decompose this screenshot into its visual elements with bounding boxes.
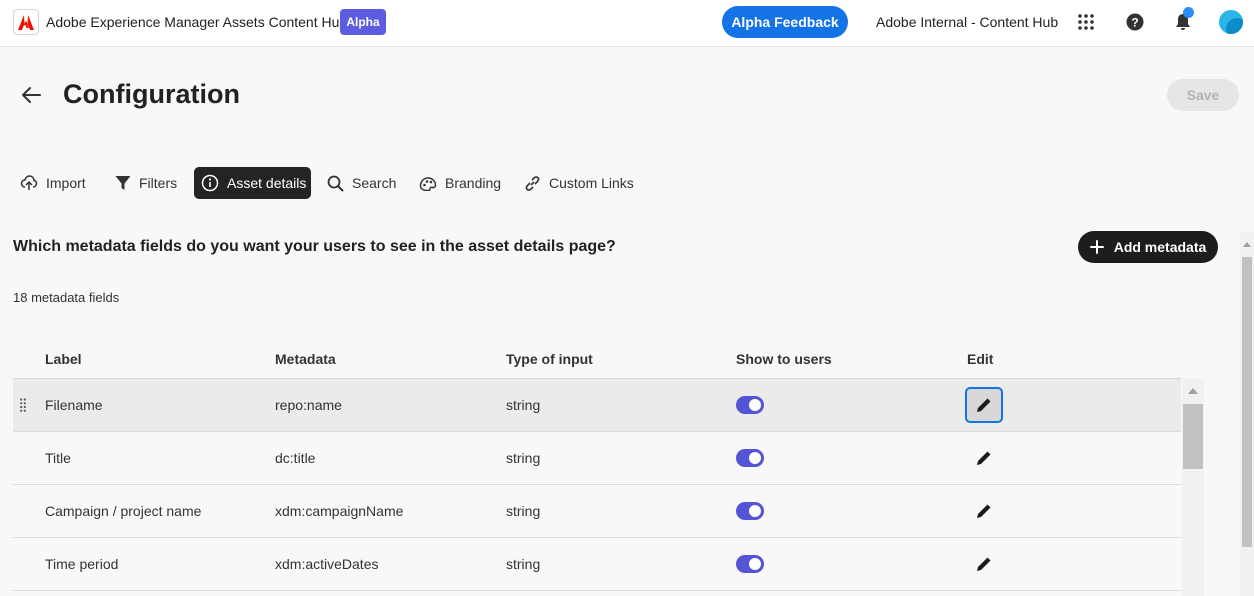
cell-metadata: repo:name <box>275 397 342 413</box>
table-row[interactable]: Campaign / project name xdm:campaignName… <box>13 485 1181 538</box>
scrollbar-thumb[interactable] <box>1183 404 1203 469</box>
column-header-edit: Edit <box>967 351 994 367</box>
tab-import[interactable]: Import <box>13 167 93 199</box>
org-switcher[interactable]: Adobe Internal - Content Hub <box>876 14 1058 30</box>
cell-type: string <box>506 397 541 413</box>
scroll-up-arrow-icon[interactable] <box>1188 388 1198 394</box>
show-to-users-toggle[interactable] <box>736 555 764 573</box>
edit-button[interactable] <box>965 440 1003 476</box>
alpha-feedback-button[interactable]: Alpha Feedback <box>722 6 848 38</box>
tab-label: Search <box>352 175 397 191</box>
info-icon <box>201 174 219 192</box>
page-title: Configuration <box>63 79 240 109</box>
table-row[interactable]: Filename repo:name string <box>13 379 1181 432</box>
cell-metadata: xdm:activeDates <box>275 556 379 572</box>
save-button[interactable]: Save <box>1167 79 1239 111</box>
pencil-icon <box>977 451 991 465</box>
app-title: Adobe Experience Manager Assets Content … <box>46 14 348 30</box>
show-to-users-toggle[interactable] <box>736 449 764 467</box>
tab-label: Filters <box>139 175 178 191</box>
pencil-icon <box>977 398 991 412</box>
show-to-users-toggle[interactable] <box>736 502 764 520</box>
cell-type: string <box>506 450 541 466</box>
tab-search[interactable]: Search <box>320 167 403 199</box>
link-icon <box>525 175 540 191</box>
help-icon[interactable]: ? <box>1123 10 1147 34</box>
tab-asset-details[interactable]: Asset details <box>194 167 311 199</box>
edit-button[interactable] <box>965 493 1003 529</box>
table-scrollbar[interactable] <box>1182 379 1204 596</box>
edit-button[interactable] <box>965 387 1003 423</box>
column-header-metadata[interactable]: Metadata <box>275 351 336 367</box>
avatar[interactable] <box>1219 10 1243 34</box>
edit-button[interactable] <box>965 546 1003 582</box>
column-header-label[interactable]: Label <box>45 351 82 367</box>
scrollbar-thumb[interactable] <box>1242 257 1252 547</box>
drag-handle-icon[interactable] <box>20 398 26 412</box>
plus-icon <box>1089 240 1104 254</box>
cell-metadata: xdm:campaignName <box>275 503 404 519</box>
column-header-show[interactable]: Show to users <box>736 351 832 367</box>
tab-label: Asset details <box>227 175 307 191</box>
page-scrollbar[interactable] <box>1240 232 1254 596</box>
metadata-count: 18 metadata fields <box>13 290 120 305</box>
upload-icon <box>20 175 38 190</box>
cell-type: string <box>506 556 541 572</box>
tab-label: Import <box>46 175 86 191</box>
cell-label: Time period <box>45 556 119 572</box>
alpha-badge: Alpha <box>340 9 386 35</box>
cell-label: Campaign / project name <box>45 503 202 519</box>
adobe-logo-icon[interactable] <box>13 9 39 35</box>
show-to-users-toggle[interactable] <box>736 396 764 414</box>
add-metadata-button[interactable]: Add metadata <box>1078 231 1218 263</box>
top-bar: Adobe Experience Manager Assets Content … <box>0 0 1254 47</box>
search-icon <box>327 175 344 192</box>
table-row[interactable]: Time period xdm:activeDates string <box>13 538 1181 591</box>
column-header-type[interactable]: Type of input <box>506 351 593 367</box>
tab-label: Custom Links <box>549 175 634 191</box>
add-metadata-label: Add metadata <box>1113 239 1207 255</box>
cell-metadata: dc:title <box>275 450 316 466</box>
bell-icon[interactable] <box>1171 7 1195 34</box>
table-row[interactable]: Title dc:title string <box>13 432 1181 485</box>
cell-label: Filename <box>45 397 103 413</box>
cell-label: Title <box>45 450 71 466</box>
branding-icon <box>419 177 437 191</box>
pencil-icon <box>977 504 991 518</box>
tab-branding[interactable]: Branding <box>412 167 508 199</box>
pencil-icon <box>977 557 991 571</box>
tab-custom-links[interactable]: Custom Links <box>517 167 641 199</box>
tab-filters[interactable]: Filters <box>108 167 184 199</box>
scroll-up-arrow-icon[interactable] <box>1243 242 1251 247</box>
svg-text:?: ? <box>1131 16 1138 30</box>
app-switcher-icon[interactable] <box>1074 10 1098 34</box>
tab-label: Branding <box>445 175 502 191</box>
notification-badge <box>1183 7 1194 18</box>
section-question: Which metadata fields do you want your u… <box>13 238 616 255</box>
back-arrow-icon[interactable] <box>20 84 42 106</box>
cell-type: string <box>506 503 541 519</box>
filter-icon <box>115 176 131 190</box>
